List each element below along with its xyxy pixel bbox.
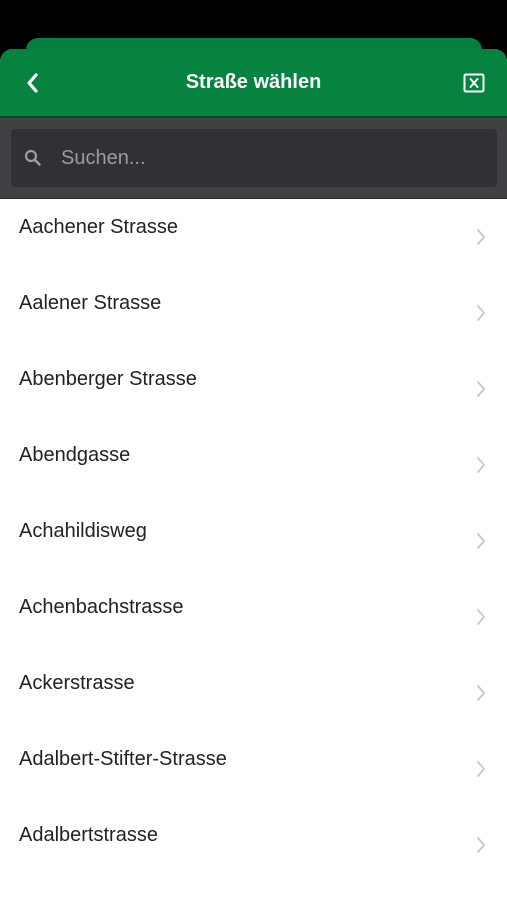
- street-name-label: Abendgasse: [19, 444, 131, 466]
- screen: Straße wählen Aachener StrasseAalene: [0, 0, 507, 900]
- list-item[interactable]: Adalbertstrasse: [0, 807, 507, 883]
- search-input[interactable]: [59, 137, 497, 179]
- street-name-label: Abenberger Strasse: [19, 368, 197, 390]
- chevron-left-icon: [27, 73, 38, 93]
- list-item[interactable]: Adalbert-Stifter-Strasse: [0, 731, 507, 807]
- list-item[interactable]: Achahildisweg: [0, 503, 507, 579]
- search-bar: [0, 118, 507, 199]
- street-name-label: Aalener Strasse: [19, 292, 162, 314]
- chevron-right-icon: [475, 455, 487, 475]
- street-name-label: Achenbachstrasse: [19, 596, 184, 618]
- page-title: Straße wählen: [185, 71, 322, 93]
- street-name-label: Adalbert-Stifter-Strasse: [19, 748, 227, 770]
- list-item[interactable]: Abenberger Strasse: [0, 351, 507, 427]
- street-list: Aachener Strasse Aalener Strasse Abenberge…: [0, 199, 507, 883]
- list-item[interactable]: Aachener Strasse: [0, 199, 507, 275]
- chevron-right-icon: [475, 531, 487, 551]
- chevron-right-icon: [475, 227, 487, 247]
- chevron-right-icon: [475, 759, 487, 779]
- chevron-right-icon: [475, 835, 487, 855]
- street-name-label: Achahildisweg: [19, 520, 147, 542]
- street-name-label: Ackerstrasse: [19, 672, 135, 694]
- street-name-label: Adalbertstrasse: [19, 824, 158, 846]
- list-item[interactable]: Abendgasse: [0, 427, 507, 503]
- search-icon: [23, 148, 43, 168]
- street-picker-sheet: Straße wählen Aachener StrasseAalene: [0, 49, 507, 900]
- chevron-right-icon: [475, 607, 487, 627]
- header-bar: Straße wählen: [0, 49, 507, 118]
- chevron-right-icon: [475, 683, 487, 703]
- close-button[interactable]: [457, 66, 491, 100]
- close-box-icon: [463, 73, 485, 93]
- list-item[interactable]: Aalener Strasse: [0, 275, 507, 351]
- street-name-label: Aachener Strasse: [19, 216, 178, 238]
- search-field[interactable]: [11, 129, 497, 187]
- list-item[interactable]: Ackerstrasse: [0, 655, 507, 731]
- back-button[interactable]: [14, 65, 50, 101]
- chevron-right-icon: [475, 303, 487, 323]
- list-item[interactable]: Achenbachstrasse: [0, 579, 507, 655]
- chevron-right-icon: [475, 379, 487, 399]
